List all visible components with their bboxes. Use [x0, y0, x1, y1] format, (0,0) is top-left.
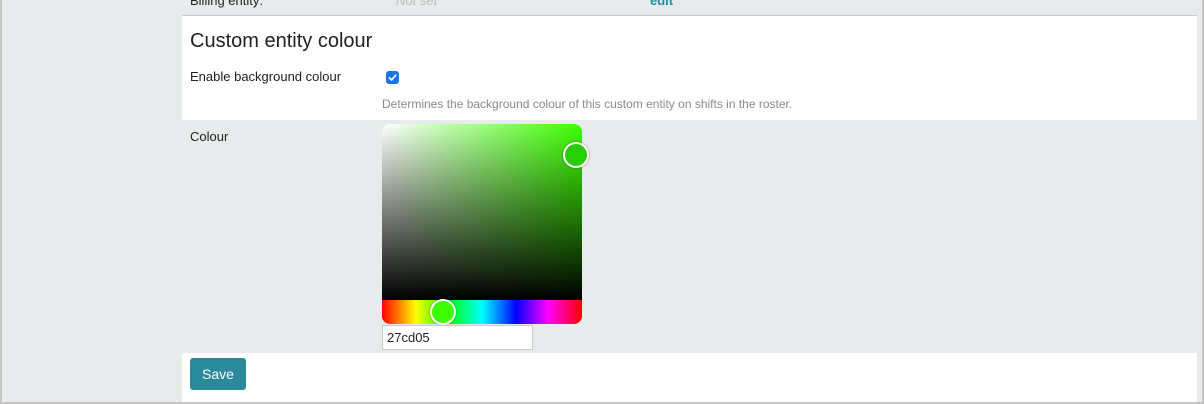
- enable-background-checkbox[interactable]: [386, 71, 399, 84]
- billing-entity-edit-link[interactable]: edit: [650, 0, 673, 8]
- hue-pointer[interactable]: [430, 299, 456, 325]
- billing-entity-label: Billing entity:: [190, 0, 263, 8]
- left-page-margin: [0, 0, 182, 404]
- enable-background-label: Enable background colour: [190, 69, 342, 84]
- section-title: Custom entity colour: [190, 30, 373, 52]
- billing-entity-row: Billing entity: Not set edit: [182, 0, 1197, 16]
- right-page-margin: [1197, 0, 1204, 404]
- checkmark-icon: [388, 74, 397, 81]
- save-button[interactable]: Save: [190, 358, 246, 390]
- saturation-area[interactable]: [382, 124, 582, 300]
- colour-label: Colour: [190, 129, 229, 144]
- enable-background-help: Determines the background colour of this…: [382, 97, 793, 111]
- saturation-pointer[interactable]: [563, 142, 589, 168]
- hex-color-input[interactable]: [382, 325, 533, 350]
- colour-row: [182, 120, 1197, 353]
- billing-entity-value: Not set: [396, 0, 438, 8]
- hue-slider[interactable]: [382, 300, 582, 324]
